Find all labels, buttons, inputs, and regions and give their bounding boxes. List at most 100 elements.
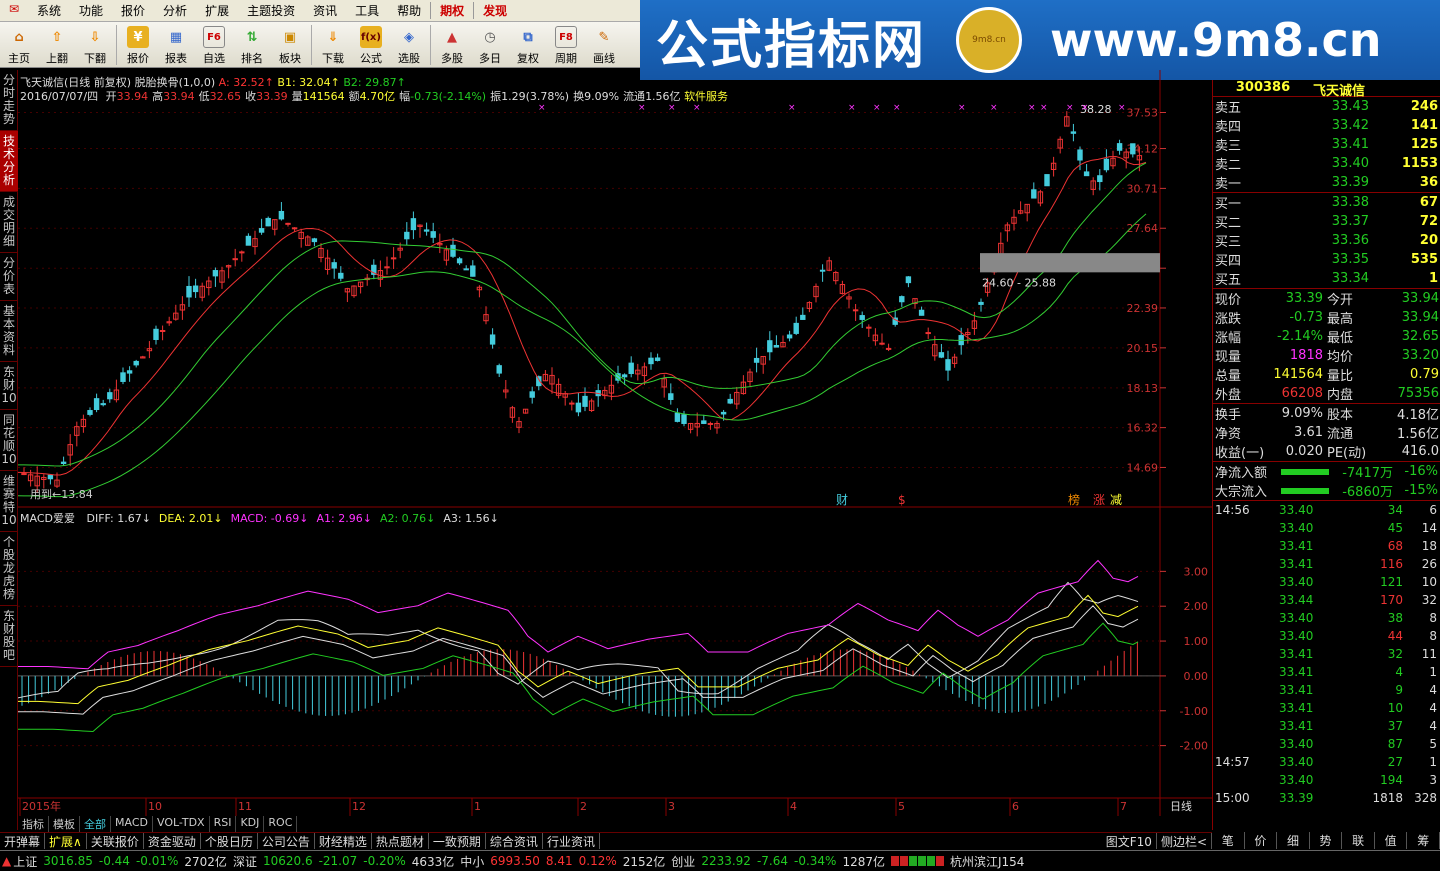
- tick-row[interactable]: 33.41 9 4: [1213, 681, 1440, 699]
- tick-row[interactable]: 14:56 33.40 34 6: [1213, 501, 1440, 519]
- right-tab[interactable]: 筹: [1407, 832, 1440, 849]
- toolbar-pagedown-button[interactable]: ⇩ 下翻: [76, 22, 114, 68]
- ask-row[interactable]: 卖一 33.39 36: [1213, 173, 1440, 192]
- bid-row[interactable]: 买三 33.36 20: [1213, 231, 1440, 250]
- bottom-tab[interactable]: 开弹幕: [0, 833, 46, 849]
- right-tab[interactable]: 值: [1375, 832, 1408, 849]
- tick-list[interactable]: 14:56 33.40 34 6 33.40 45 14 33.41 68 18 33.41 116 2…: [1213, 501, 1440, 807]
- bottom-tab[interactable]: 关联报价: [87, 833, 144, 849]
- right-tab[interactable]: 联: [1342, 832, 1375, 849]
- menu-item-quote[interactable]: 报价: [112, 2, 154, 19]
- menu-item-function[interactable]: 功能: [70, 2, 112, 19]
- left-tab-forum[interactable]: 东财股吧: [0, 606, 18, 667]
- left-tab-trades[interactable]: 成交明细: [0, 192, 18, 253]
- left-tab-fundamentals[interactable]: 基本资料: [0, 301, 18, 362]
- bottom-tab[interactable]: 公司公告: [258, 833, 315, 849]
- right-tab[interactable]: 势: [1310, 832, 1343, 849]
- toolbar-quote-button[interactable]: ¥ 报价: [119, 22, 157, 68]
- menu-item-theme[interactable]: 主题投资: [238, 2, 304, 19]
- formula-tab[interactable]: 全部: [80, 816, 111, 832]
- toolbar-pageup-button[interactable]: ⇧ 上翻: [38, 22, 76, 68]
- menu-item-options[interactable]: 期权: [430, 2, 473, 19]
- sz-name[interactable]: 深证: [233, 853, 257, 870]
- tick-row[interactable]: 33.41 4 1: [1213, 663, 1440, 681]
- left-tab-eastmoney[interactable]: 东财10: [0, 362, 18, 410]
- bid-row[interactable]: 买一 33.38 67: [1213, 193, 1440, 212]
- right-tab[interactable]: 价: [1245, 832, 1278, 849]
- formula-tab[interactable]: VOL-TDX: [153, 816, 210, 832]
- right-tab[interactable]: 笔: [1212, 832, 1245, 849]
- bottom-tab[interactable]: 行业资讯: [543, 833, 600, 849]
- toolbar-watchlist-button[interactable]: F6 自选: [195, 22, 233, 68]
- bid-row[interactable]: 买二 33.37 72: [1213, 212, 1440, 231]
- formula-tab[interactable]: KDJ: [236, 816, 265, 832]
- zx-name[interactable]: 中小: [460, 853, 484, 870]
- menu-item-tools[interactable]: 工具: [346, 2, 388, 19]
- ask-row[interactable]: 卖四 33.42 141: [1213, 116, 1440, 135]
- menu-item-analysis[interactable]: 分析: [154, 2, 196, 19]
- tick-row[interactable]: 33.40 194 3: [1213, 771, 1440, 789]
- toolbar-multiday-button[interactable]: ◷ 多日: [471, 22, 509, 68]
- menu-item-extend[interactable]: 扩展: [196, 2, 238, 19]
- tick-row[interactable]: 33.41 116 26: [1213, 555, 1440, 573]
- bottom-tab[interactable]: 扩展∧: [45, 833, 87, 849]
- toolbar-report-button[interactable]: ▦ 报表: [157, 22, 195, 68]
- toolbar-sector-button[interactable]: ▣ 板块: [271, 22, 309, 68]
- toolbar-multistock-button[interactable]: ▲ 多股: [433, 22, 471, 68]
- kline-chart[interactable]: 37.5334.1230.7127.6424.8722.3920.1518.13…: [18, 70, 1212, 816]
- left-tab-technical[interactable]: 技术分析: [0, 131, 18, 192]
- bid-row[interactable]: 买四 33.35 535: [1213, 250, 1440, 269]
- bottom-tab[interactable]: 财经精选: [315, 833, 372, 849]
- tick-row[interactable]: 33.40 87 5: [1213, 735, 1440, 753]
- menu-item-news[interactable]: 资讯: [304, 2, 346, 19]
- toolbar-download-button[interactable]: ⇓ 下载: [314, 22, 352, 68]
- tick-row[interactable]: 33.41 10 4: [1213, 699, 1440, 717]
- cy-change: -7.64: [756, 854, 788, 868]
- formula-tab[interactable]: ROC: [264, 816, 298, 832]
- bid-row[interactable]: 买五 33.34 1: [1213, 269, 1440, 288]
- formula-tab[interactable]: 模板: [49, 816, 80, 832]
- left-tab-ths[interactable]: 同花顺10: [0, 410, 18, 471]
- bottom-tab[interactable]: 个股日历: [201, 833, 258, 849]
- toolbar-draw-button[interactable]: ✎ 画线: [585, 22, 623, 68]
- menu-item-system[interactable]: 系统: [28, 2, 70, 19]
- bottom-tab[interactable]: 热点题材: [372, 833, 429, 849]
- left-tab-price-table[interactable]: 分价表: [0, 253, 18, 301]
- tick-row[interactable]: 33.41 68 18: [1213, 537, 1440, 555]
- f10-button[interactable]: 图文F10: [1102, 833, 1157, 849]
- toolbar-home-button[interactable]: ⌂ 主页: [0, 22, 38, 68]
- bottom-tab[interactable]: 综合资讯: [486, 833, 543, 849]
- tick-row[interactable]: 33.44 170 32: [1213, 591, 1440, 609]
- sidebar-toggle-button[interactable]: 侧边栏<: [1157, 833, 1212, 849]
- ask-row[interactable]: 卖二 33.40 1153: [1213, 154, 1440, 173]
- formula-tab[interactable]: RSI: [210, 816, 237, 832]
- tick-row[interactable]: 33.40 38 8: [1213, 609, 1440, 627]
- tick-row[interactable]: 15:00 33.39 1818 328: [1213, 789, 1440, 807]
- bottom-tab[interactable]: 一致预期: [429, 833, 486, 849]
- ask-row[interactable]: 卖五 33.43 246: [1213, 97, 1440, 116]
- menu-item-help[interactable]: 帮助: [388, 2, 430, 19]
- menu-item-discover[interactable]: 发现: [473, 2, 516, 19]
- sh-name[interactable]: 上证: [13, 853, 37, 870]
- formula-tab[interactable]: MACD: [111, 816, 153, 832]
- toolbar-stockpick-button[interactable]: ◈ 选股: [390, 22, 428, 68]
- tick-row[interactable]: 33.40 44 8: [1213, 627, 1440, 645]
- cy-name[interactable]: 创业: [671, 853, 695, 870]
- toolbar-formula-button[interactable]: f(x) 公式: [352, 22, 390, 68]
- toolbar-adjust-button[interactable]: ⧉ 复权: [509, 22, 547, 68]
- tick-row[interactable]: 33.41 37 4: [1213, 717, 1440, 735]
- tick-row[interactable]: 33.41 32 11: [1213, 645, 1440, 663]
- left-tab-wst[interactable]: 维赛特10: [0, 471, 18, 532]
- left-tab-intraday[interactable]: 分时走势: [0, 70, 18, 131]
- tick-row[interactable]: 33.40 45 14: [1213, 519, 1440, 537]
- right-tab[interactable]: 细: [1277, 832, 1310, 849]
- toolbar-period-button[interactable]: F8 周期: [547, 22, 585, 68]
- ask-row[interactable]: 卖三 33.41 125: [1213, 135, 1440, 154]
- bottom-tab[interactable]: 资金驱动: [144, 833, 201, 849]
- tick-row[interactable]: 14:57 33.40 27 1: [1213, 753, 1440, 771]
- tick-row[interactable]: 33.40 121 10: [1213, 573, 1440, 591]
- app-logo-icon[interactable]: ✉: [4, 2, 24, 20]
- left-tab-dragon-tiger[interactable]: 个股龙虎榜: [0, 532, 18, 606]
- toolbar-rank-button[interactable]: ⇅ 排名: [233, 22, 271, 68]
- formula-tab[interactable]: 指标: [18, 816, 49, 832]
